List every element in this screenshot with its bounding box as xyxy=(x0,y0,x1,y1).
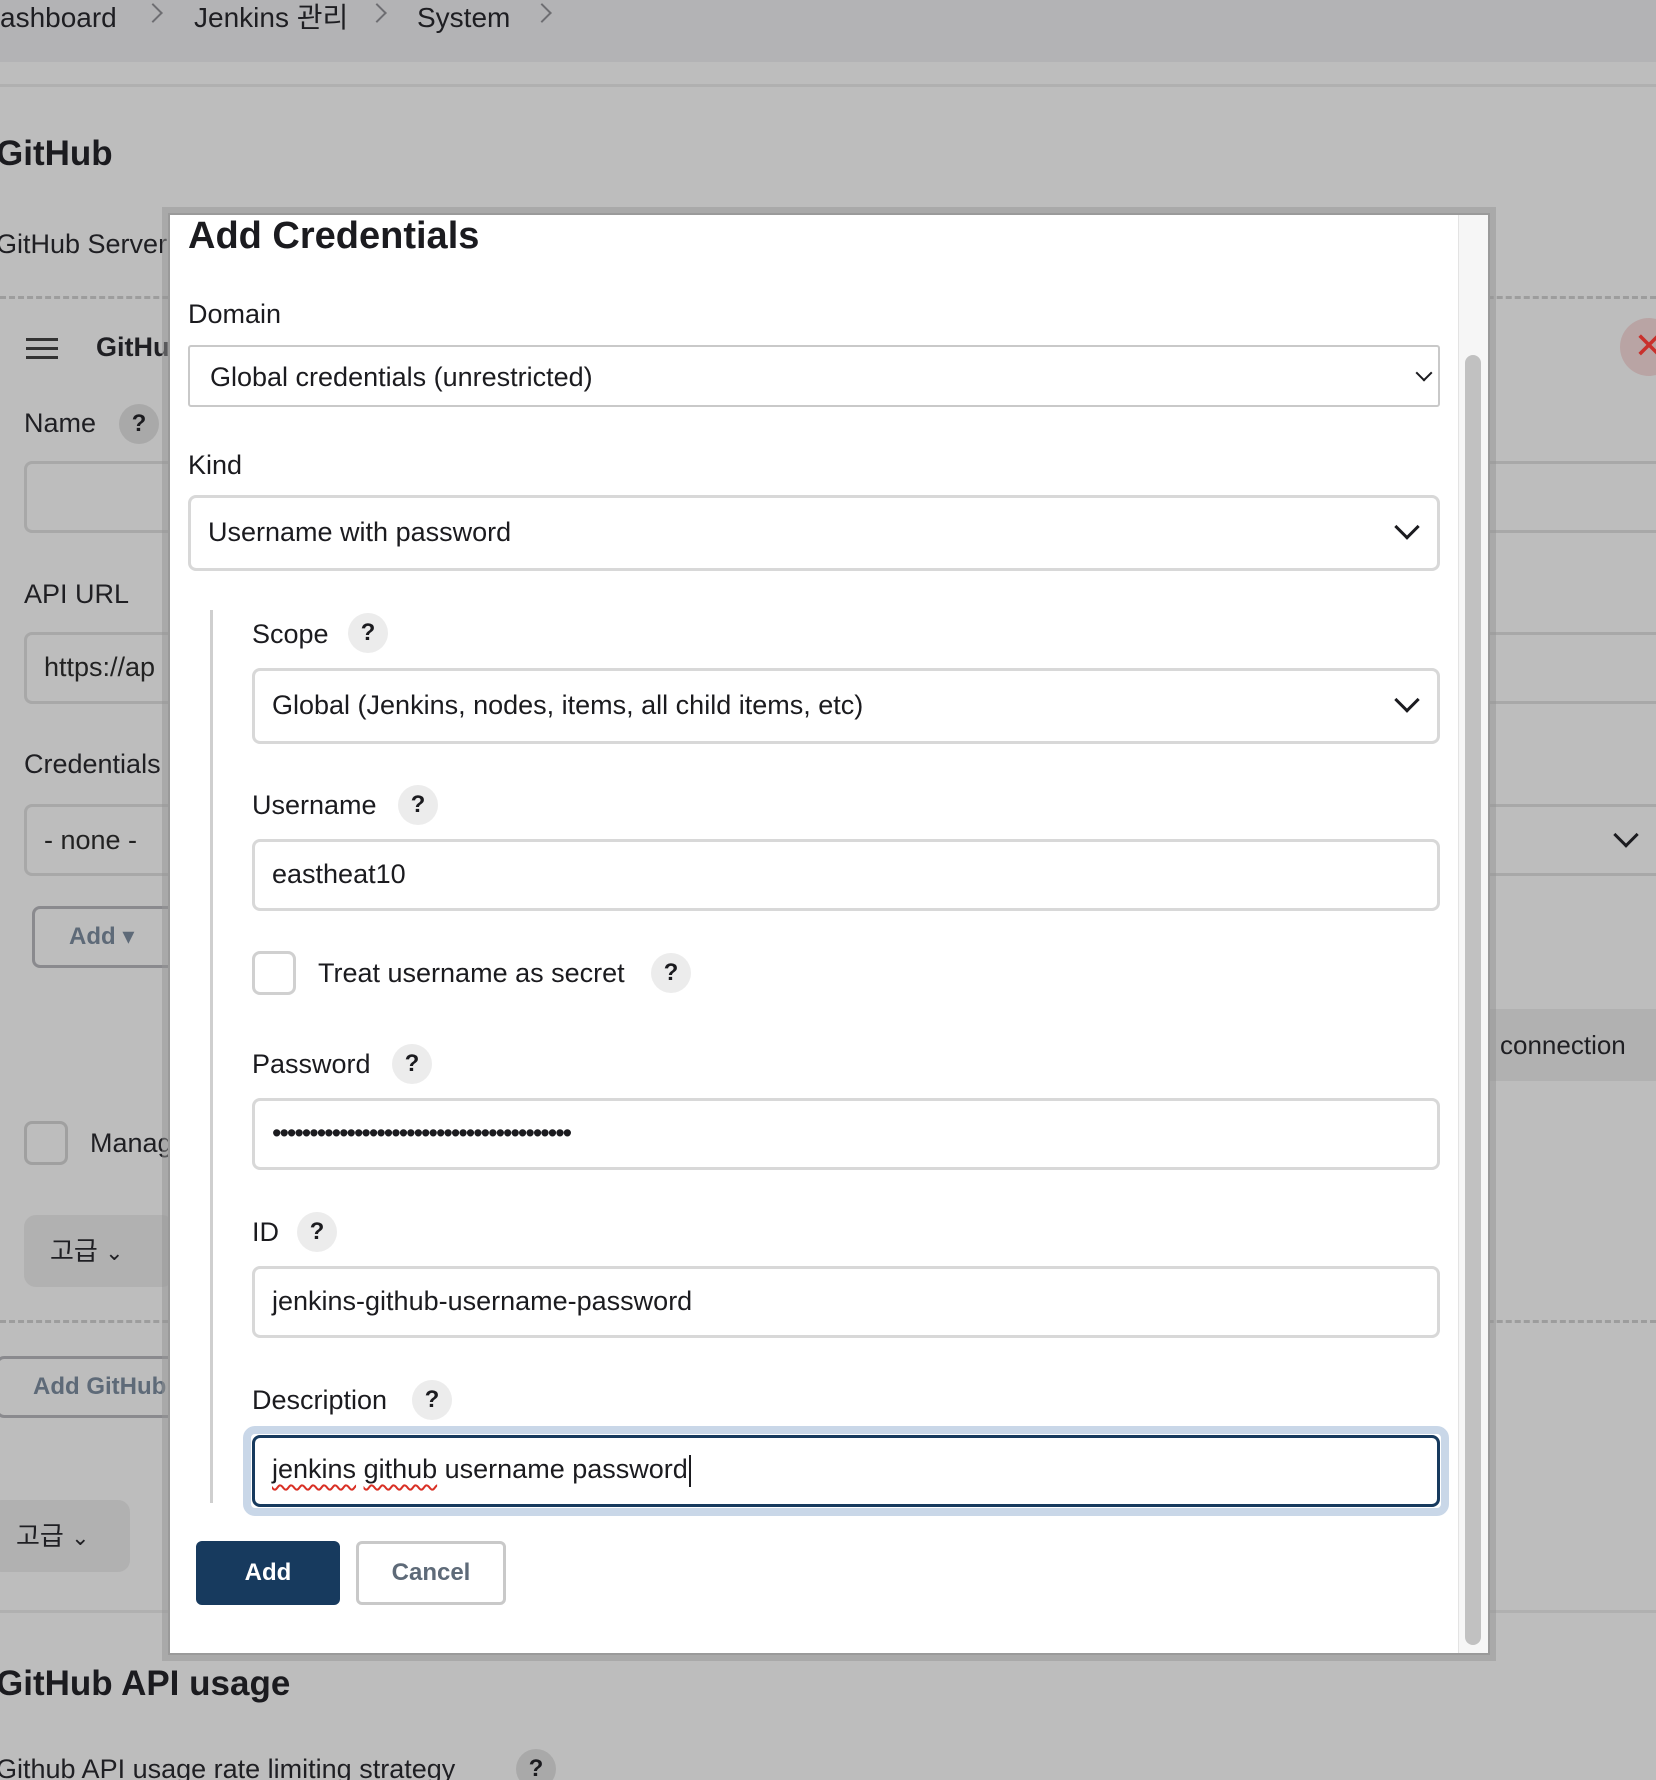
api-usage-title: GitHub API usage xyxy=(0,1664,291,1703)
scope-value: Global (Jenkins, nodes, items, all child… xyxy=(272,690,864,720)
username-label: Username xyxy=(252,790,377,820)
username-input[interactable]: eastheat10 xyxy=(252,839,1440,911)
password-input[interactable]: •••••••••••••••••••••••••••••••••••••••• xyxy=(252,1098,1440,1170)
chevron-right-icon xyxy=(367,3,387,23)
domain-label: Domain xyxy=(188,299,282,329)
advanced-button[interactable]: 고급 ⌄ xyxy=(24,1215,174,1287)
id-label: ID xyxy=(252,1217,279,1247)
text-caret xyxy=(688,1454,691,1487)
breadcrumb-dashboard[interactable]: ashboard xyxy=(0,0,117,36)
kind-value: Username with password xyxy=(208,517,512,547)
scope-select[interactable]: Global (Jenkins, nodes, items, all child… xyxy=(252,668,1440,744)
password-value: •••••••••••••••••••••••••••••••••••••••• xyxy=(272,1118,572,1148)
section-title-github: GitHub xyxy=(0,134,113,173)
add-github-server-button[interactable]: Add GitHub xyxy=(0,1356,196,1418)
password-help-icon[interactable]: ? xyxy=(392,1044,432,1084)
treat-username-secret-label: Treat username as secret xyxy=(318,958,625,988)
cancel-button[interactable]: Cancel xyxy=(356,1541,506,1605)
manage-hooks-checkbox[interactable] xyxy=(24,1121,68,1165)
name-label: Name xyxy=(24,408,97,438)
help-icon[interactable]: ? xyxy=(516,1749,556,1780)
id-help-icon[interactable]: ? xyxy=(297,1212,337,1252)
description-input[interactable]: jenkins github username password xyxy=(252,1435,1440,1507)
chevron-down-icon xyxy=(1415,364,1433,382)
credentials-label: Credentials xyxy=(24,749,161,779)
close-icon[interactable]: ✕ xyxy=(1620,318,1656,376)
github-servers-label: GitHub Server xyxy=(0,229,168,259)
chevron-down-icon xyxy=(1394,514,1420,540)
kind-label: Kind xyxy=(188,450,243,480)
divider xyxy=(0,84,1656,87)
scope-label: Scope xyxy=(252,619,329,649)
dialog-title: Add Credentials xyxy=(188,215,480,257)
id-value: jenkins-github-username-password xyxy=(272,1286,693,1316)
breadcrumb-system[interactable]: System xyxy=(417,0,510,36)
description-help-icon[interactable]: ? xyxy=(412,1380,452,1420)
add-button[interactable]: Add xyxy=(196,1541,340,1605)
add-credentials-dialog: Add Credentials Domain Global credential… xyxy=(168,213,1490,1655)
manage-hooks-label: Manag xyxy=(90,1128,173,1158)
username-value: eastheat10 xyxy=(272,859,406,889)
id-input[interactable]: jenkins-github-username-password xyxy=(252,1266,1440,1338)
description-label: Description xyxy=(252,1385,388,1415)
password-label: Password xyxy=(252,1049,371,1079)
nested-fields-indent xyxy=(210,610,213,1503)
api-url-label: API URL xyxy=(24,579,130,609)
rate-limit-label: Github API usage rate limiting strategy xyxy=(0,1754,456,1780)
scope-help-icon[interactable]: ? xyxy=(348,613,388,653)
server-block-title: GitHu xyxy=(96,332,170,362)
scrollbar-thumb[interactable] xyxy=(1465,355,1481,1645)
domain-value: Global credentials (unrestricted) xyxy=(210,362,593,392)
domain-select[interactable]: Global credentials (unrestricted) xyxy=(188,345,1440,407)
drag-handle-icon[interactable] xyxy=(26,338,58,365)
treat-secret-help-icon[interactable]: ? xyxy=(651,953,691,993)
chevron-down-icon xyxy=(1394,687,1420,713)
description-value: jenkins github username password xyxy=(272,1454,691,1487)
help-icon[interactable]: ? xyxy=(119,404,159,444)
username-help-icon[interactable]: ? xyxy=(398,785,438,825)
api-url-value: https://ap xyxy=(44,652,156,682)
advanced-button-2[interactable]: 고급 ⌄ xyxy=(0,1500,130,1572)
breadcrumb: ashboard Jenkins 관리 System xyxy=(0,0,1656,62)
treat-username-secret-checkbox[interactable] xyxy=(252,951,296,995)
chevron-right-icon xyxy=(143,3,163,23)
credentials-value: - none - xyxy=(44,825,138,855)
breadcrumb-jenkins-manage[interactable]: Jenkins 관리 xyxy=(194,0,348,36)
kind-select[interactable]: Username with password xyxy=(188,495,1440,571)
chevron-right-icon xyxy=(532,3,552,23)
